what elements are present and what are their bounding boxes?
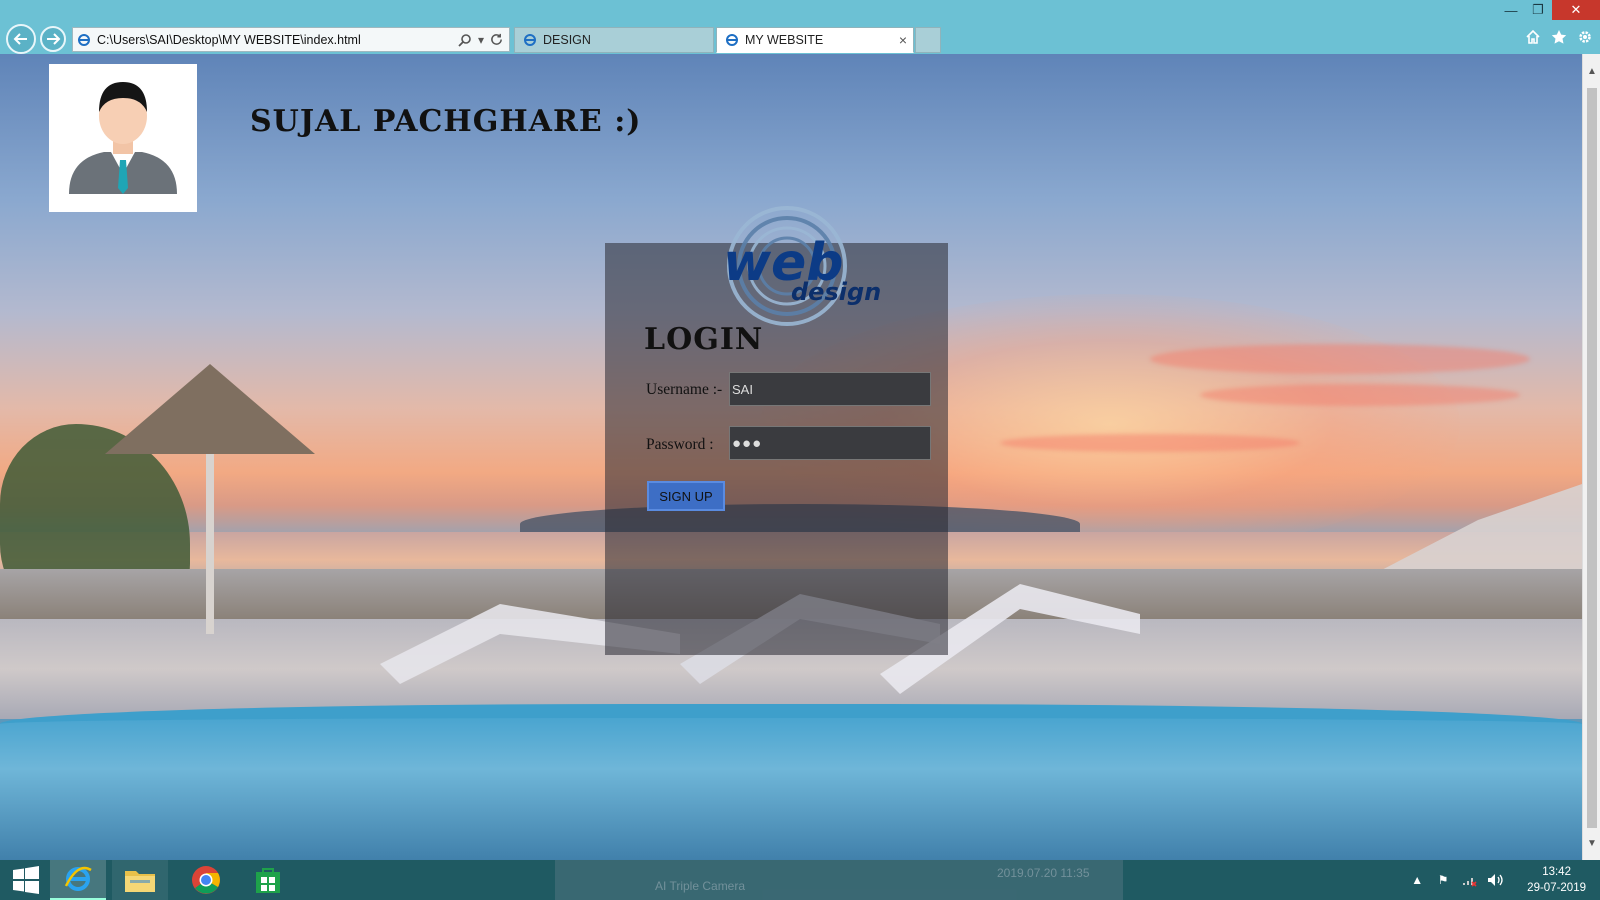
- password-input[interactable]: ●●●: [729, 426, 931, 460]
- gear-icon[interactable]: [1576, 28, 1594, 46]
- ie-icon: [726, 34, 738, 46]
- volume-icon[interactable]: [1487, 872, 1503, 888]
- page-viewport: SUJAL PACHGHARE :) web design LOGIN User…: [0, 54, 1582, 860]
- forward-button[interactable]: [40, 26, 66, 52]
- home-icon[interactable]: [1524, 28, 1542, 46]
- back-button[interactable]: [6, 24, 36, 54]
- tab-label: MY WEBSITE: [745, 33, 824, 47]
- taskbar-store-button[interactable]: [240, 860, 296, 900]
- close-tab-icon[interactable]: ×: [899, 32, 907, 48]
- taskbar: AI Triple Camera 2019.07.20 11:35 ▲ ⚑ 13…: [0, 860, 1600, 900]
- site-title: SUJAL PACHGHARE :): [250, 104, 642, 139]
- clock-date: 29-07-2019: [1527, 882, 1586, 894]
- svg-text:design: design: [791, 278, 881, 306]
- login-heading: LOGIN: [644, 322, 764, 357]
- search-dropdown-icon[interactable]: ▾: [478, 33, 484, 47]
- show-hidden-icons-icon[interactable]: ▲: [1409, 872, 1425, 888]
- avatar: [49, 64, 197, 212]
- username-input[interactable]: SAI: [729, 372, 931, 406]
- store-icon: [256, 868, 280, 893]
- vertical-scrollbar[interactable]: ▲ ▼: [1582, 54, 1600, 860]
- tab-label: DESIGN: [543, 33, 591, 47]
- close-window-button[interactable]: ✕: [1552, 0, 1600, 20]
- scroll-thumb[interactable]: [1587, 88, 1597, 828]
- scroll-down-icon[interactable]: ▼: [1583, 834, 1600, 852]
- back-icon: [13, 33, 27, 45]
- watermark-caption: AI Triple Camera: [655, 879, 746, 893]
- clock-time: 13:42: [1542, 866, 1571, 878]
- username-label: Username :-: [646, 381, 723, 398]
- scroll-up-icon[interactable]: ▲: [1583, 62, 1600, 80]
- tab-design[interactable]: DESIGN: [514, 27, 714, 53]
- windows-icon: [13, 866, 39, 894]
- forward-icon: [47, 33, 61, 45]
- system-clock[interactable]: 13:42 29-07-2019: [1527, 864, 1586, 896]
- minimize-button[interactable]: —: [1498, 0, 1524, 20]
- browser-chrome: C:\Users\SAI\Desktop\MY WEBSITE\index.ht…: [0, 0, 1600, 54]
- taskbar-chrome-button[interactable]: [178, 860, 234, 900]
- person-avatar-icon: [69, 82, 177, 194]
- camera-watermark-overlay: AI Triple Camera 2019.07.20 11:35: [555, 860, 1123, 900]
- network-icon[interactable]: [1461, 872, 1477, 888]
- system-tray: ▲ ⚑ 13:42 29-07-2019: [1409, 860, 1600, 900]
- new-tab-button[interactable]: [915, 27, 941, 53]
- ie-icon: [64, 866, 92, 891]
- watermark-timestamp: 2019.07.20 11:35: [997, 866, 1090, 880]
- taskbar-ie-button[interactable]: [50, 860, 106, 900]
- password-label: Password :: [646, 436, 714, 453]
- flag-icon[interactable]: ⚑: [1435, 872, 1451, 888]
- signup-button[interactable]: SIGN UP: [647, 481, 725, 511]
- tab-my-website[interactable]: MY WEBSITE ×: [716, 27, 914, 53]
- start-button[interactable]: [6, 860, 46, 900]
- web-design-logo: web design: [717, 204, 885, 330]
- address-bar[interactable]: C:\Users\SAI\Desktop\MY WEBSITE\index.ht…: [72, 27, 510, 52]
- address-url[interactable]: C:\Users\SAI\Desktop\MY WEBSITE\index.ht…: [97, 33, 458, 47]
- star-icon[interactable]: [1550, 28, 1568, 46]
- taskbar-explorer-button[interactable]: [112, 860, 168, 900]
- chrome-icon: [192, 866, 220, 894]
- restore-button[interactable]: ❐: [1524, 0, 1552, 20]
- ie-icon: [78, 33, 90, 46]
- folder-icon: [125, 871, 155, 892]
- search-icon[interactable]: [458, 33, 472, 47]
- refresh-icon[interactable]: [490, 33, 503, 46]
- ie-icon: [524, 34, 536, 46]
